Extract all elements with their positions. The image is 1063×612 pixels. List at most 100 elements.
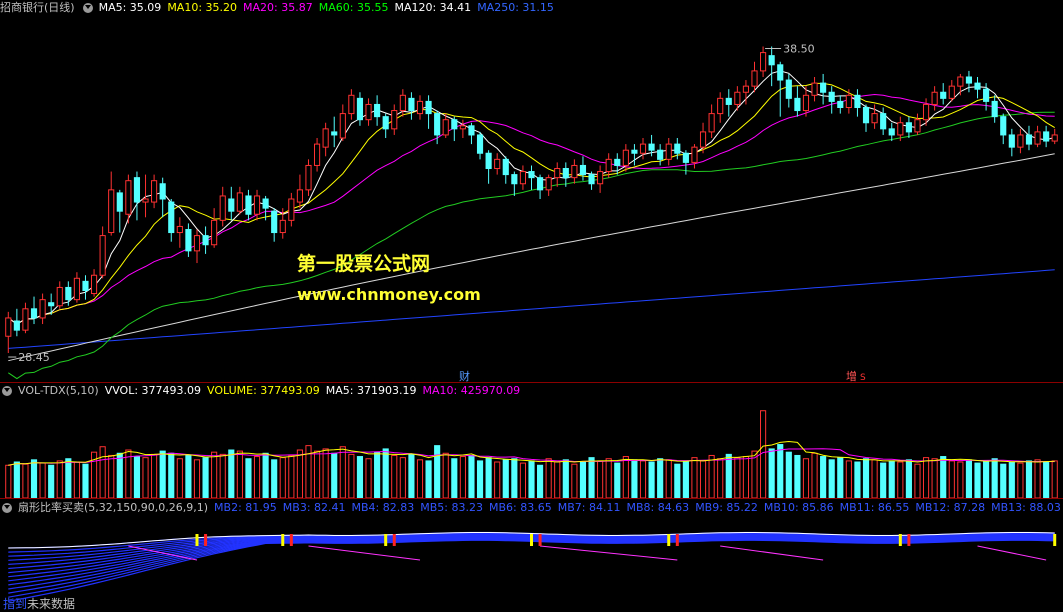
candle-body	[1051, 134, 1058, 142]
volume-bar	[1008, 461, 1015, 498]
watermark-url[interactable]: www.chnmoney.com	[297, 285, 481, 304]
volume-bar	[434, 445, 441, 498]
signal-tick	[667, 534, 671, 546]
main-chart-header: 招商银行(日线) MA5: 35.09 MA10: 35.20 MA20: 35.87…	[0, 0, 566, 16]
candle-body	[142, 198, 149, 203]
candle-body	[888, 128, 895, 136]
volume-bar	[228, 449, 235, 498]
volume-bar	[974, 462, 981, 498]
signal-tick	[281, 534, 285, 546]
candle-body	[211, 219, 218, 246]
volume-bar	[897, 461, 904, 498]
volume-bar	[151, 453, 158, 498]
volume-bar	[356, 456, 364, 498]
chevron-down-icon[interactable]	[2, 503, 12, 513]
volume-bar	[691, 457, 698, 498]
candle-body	[48, 302, 55, 307]
candle-body	[1034, 131, 1041, 145]
candle-body	[73, 277, 80, 301]
candle-body	[614, 158, 621, 166]
chevron-down-icon[interactable]	[2, 386, 12, 396]
volume-bar	[99, 446, 106, 498]
candle-body	[554, 168, 561, 179]
volume-bar	[802, 458, 810, 498]
candle-body	[562, 168, 569, 179]
candle-body	[940, 91, 947, 99]
candle-body	[13, 320, 20, 331]
signal-tick	[907, 534, 911, 546]
candle-body	[545, 177, 552, 191]
volume-bar	[545, 458, 552, 498]
volume-bar	[828, 459, 835, 498]
volume-bar	[742, 456, 750, 498]
candle-body	[571, 164, 578, 179]
volume-bar	[185, 454, 192, 498]
ma-legend: MA5: 35.09 MA10: 35.20 MA20: 35.87 MA60: 35…	[99, 1, 560, 14]
candle-body	[734, 91, 741, 105]
candle-body	[116, 192, 123, 212]
volume-bar	[922, 457, 930, 498]
signal-tick	[289, 534, 293, 546]
volume-bar	[605, 458, 612, 498]
watermark-title: 第一股票公式网	[297, 253, 431, 275]
candle-body	[897, 122, 904, 136]
candle-body	[202, 235, 209, 246]
volume-bar	[562, 459, 569, 498]
indicator-header: 扇形比率买卖(5,32,150,90,0,26,9,1) MB2: 81.95 MB…	[0, 500, 1063, 516]
candle-body	[442, 119, 449, 136]
candle-body	[974, 82, 981, 90]
candle-body	[331, 131, 338, 136]
indicator-legend-item-11: MB13: 88.03	[991, 501, 1061, 514]
volume-header: VOL-TDX(5,10) VVOL: 377493.09 VOLUME: 3774…	[0, 383, 532, 399]
volume-bar	[348, 453, 355, 498]
volume-bar	[202, 457, 209, 498]
candle-body	[5, 317, 12, 337]
signal-tick	[538, 534, 542, 546]
future-data-prefix: 指到	[3, 597, 28, 611]
volume-bar	[374, 451, 381, 498]
volume-bar	[657, 458, 664, 498]
ma250-line	[8, 269, 1055, 349]
candle-body	[725, 97, 732, 105]
volume-bar	[142, 457, 149, 498]
volume-bar	[271, 459, 278, 498]
volume-bar	[1051, 460, 1058, 498]
candle-body	[820, 82, 827, 93]
candle-body	[948, 85, 955, 99]
indicator-legend-item-8: MB10: 85.86	[763, 501, 834, 514]
candle-body	[253, 195, 261, 215]
volume-bar	[1017, 462, 1024, 498]
volume-legend-item-2: MA5: 371903.19	[325, 384, 417, 397]
volume-bar	[991, 458, 998, 498]
volume-bar	[837, 457, 844, 498]
chevron-down-icon[interactable]	[82, 3, 93, 13]
candle-body	[348, 94, 355, 115]
volume-bar	[597, 460, 604, 498]
volume-bar	[168, 452, 175, 498]
candle-body	[468, 125, 475, 136]
candle-body	[408, 97, 415, 112]
candle-body	[30, 308, 38, 319]
candle-body	[279, 219, 286, 234]
volume-bar	[391, 454, 398, 498]
signal-tick	[195, 534, 199, 546]
volume-bar	[699, 460, 707, 498]
volume-bar	[528, 460, 535, 498]
signal-tick	[675, 534, 679, 546]
volume-bar	[425, 460, 432, 498]
panel-divider	[0, 498, 1063, 499]
volume-bar	[279, 457, 286, 498]
candle-body	[965, 76, 973, 84]
candle-body	[99, 235, 106, 276]
candle-body	[1043, 131, 1050, 142]
volume-bar	[288, 454, 295, 498]
candle-body	[777, 64, 784, 81]
volume-bar	[708, 454, 715, 498]
candle-body	[451, 119, 458, 130]
volume-bar	[931, 458, 938, 498]
candle-body	[811, 82, 818, 96]
candle-body	[193, 235, 201, 252]
chart-title: 招商银行(日线)	[0, 1, 75, 14]
indicator-chart	[8, 531, 1057, 602]
volume-title: VOL-TDX(5,10)	[18, 384, 99, 397]
